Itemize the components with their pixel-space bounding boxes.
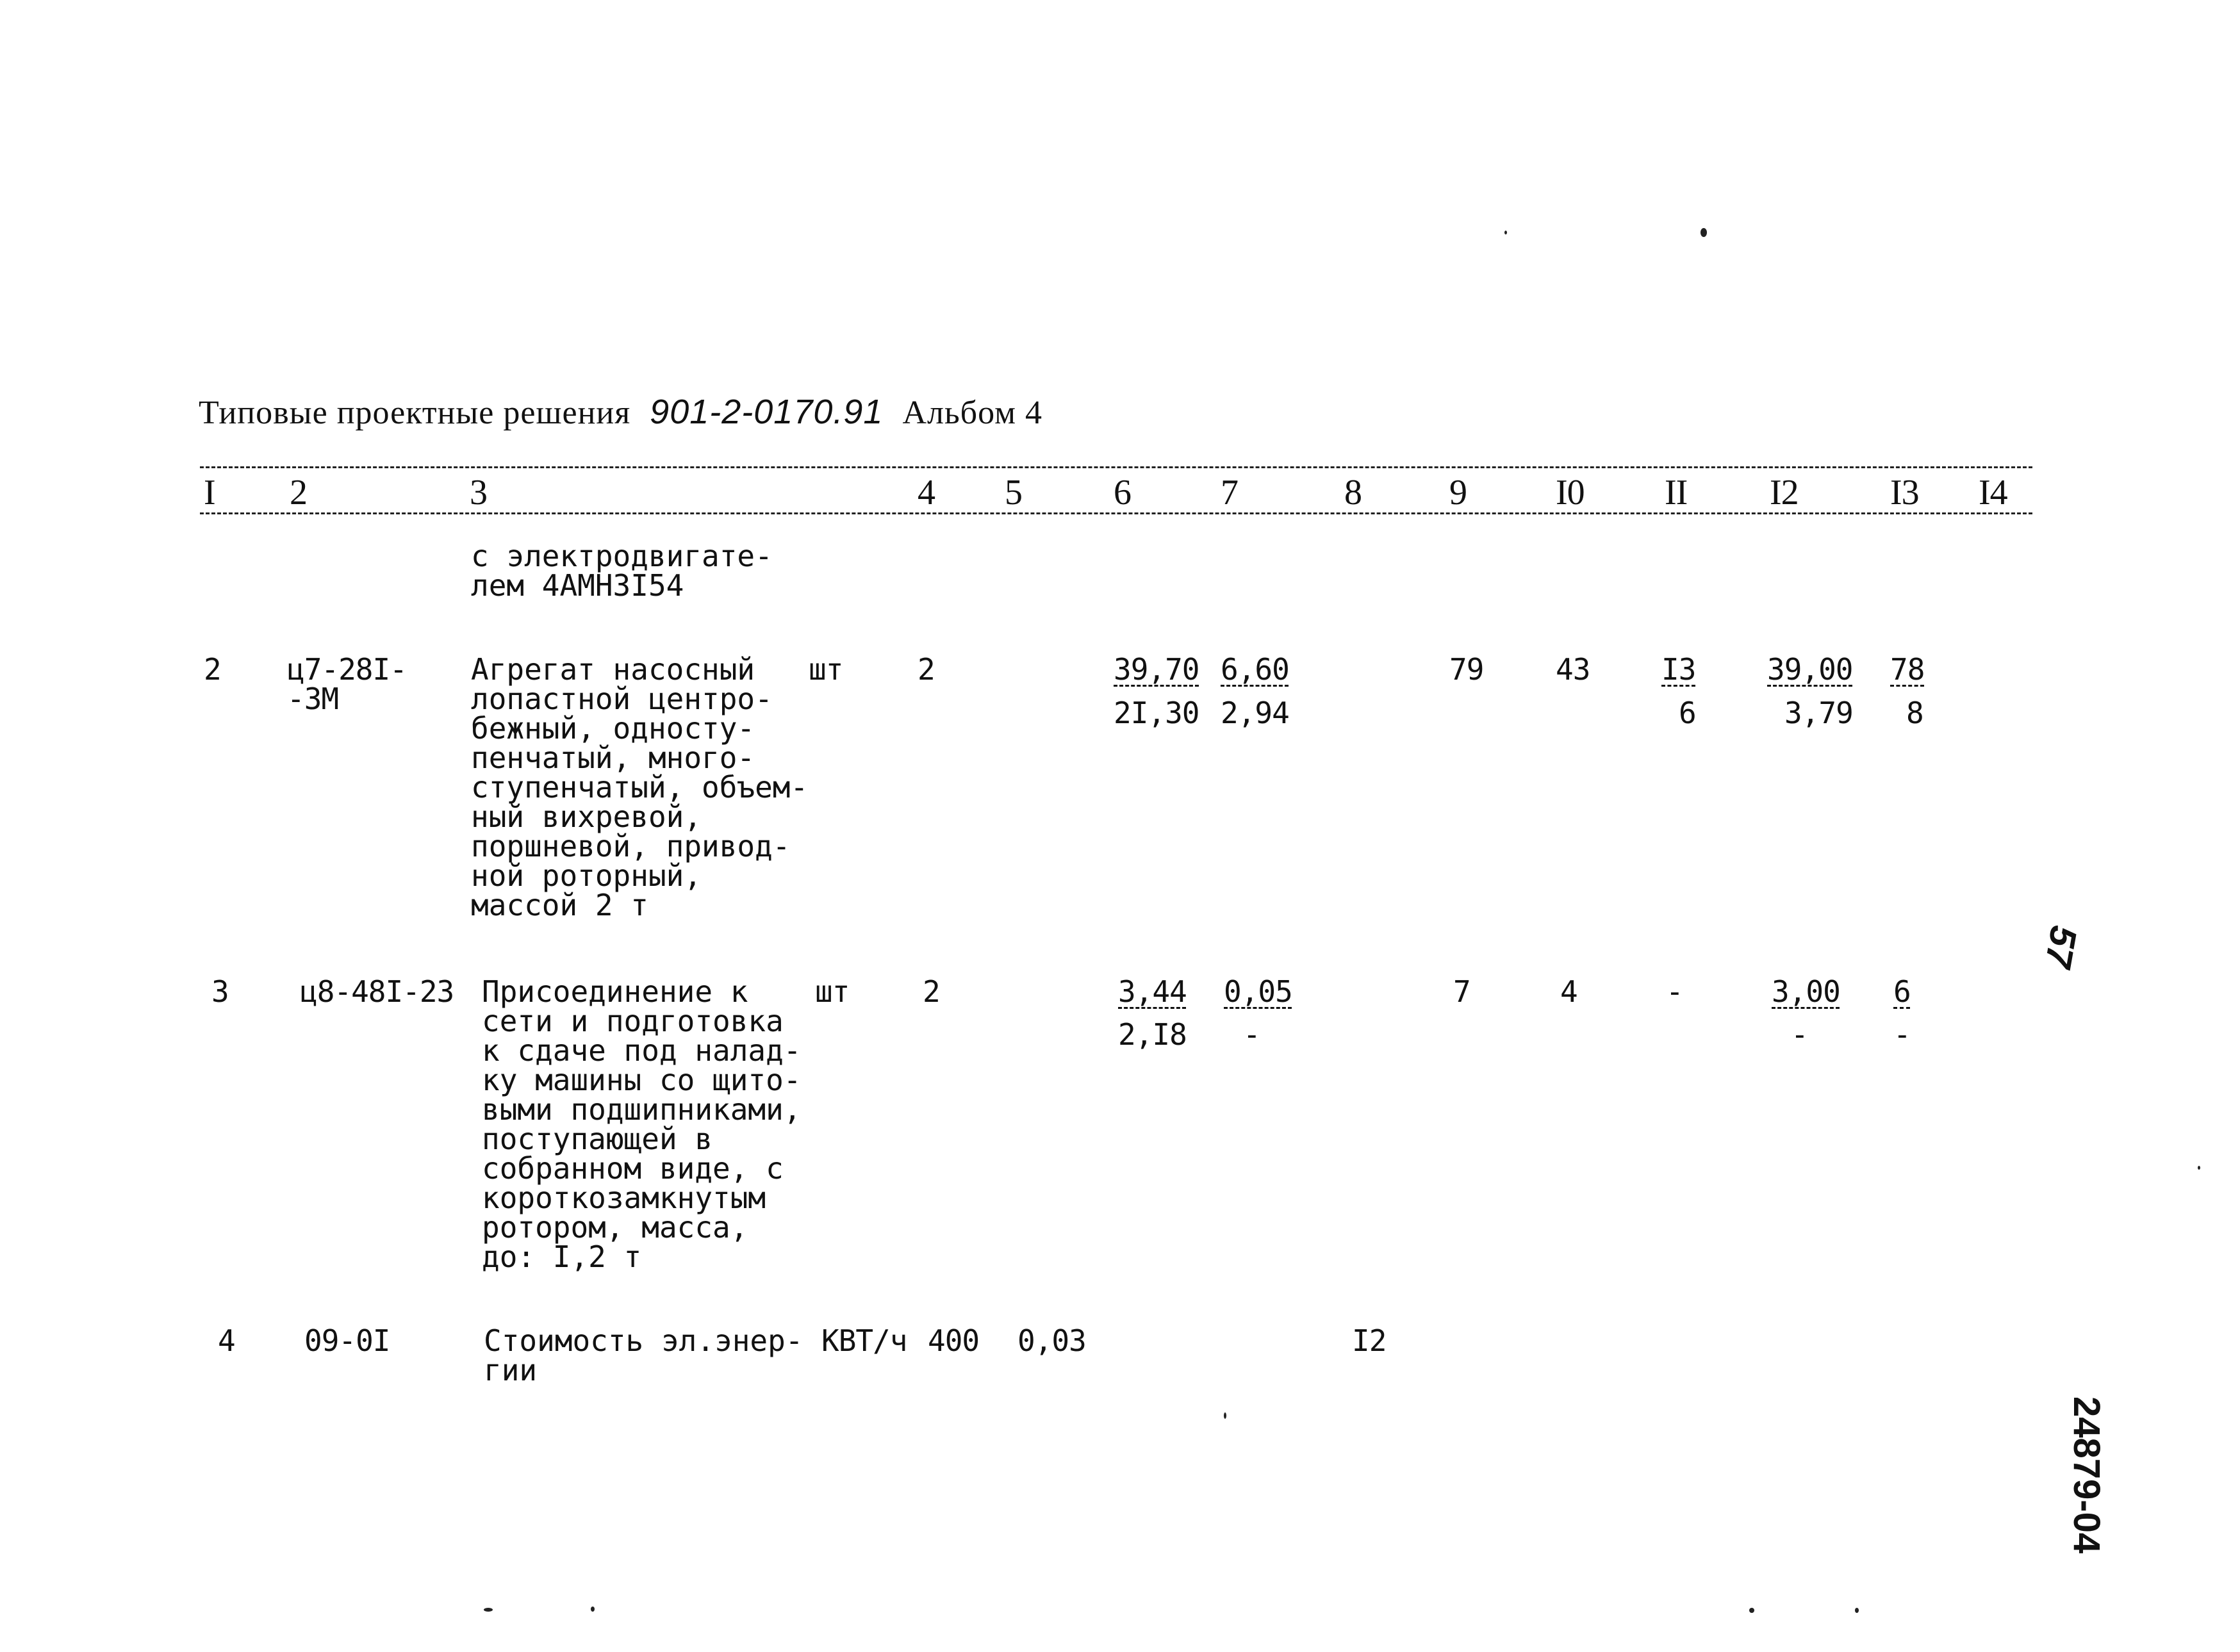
column-header: I	[204, 473, 216, 512]
col13-sub-value: 8	[1906, 696, 1924, 730]
col11-sub-value: 6	[1679, 696, 1697, 730]
col6-sub-value: 2,I8	[1118, 1017, 1187, 1052]
col12-sub-value: -	[1791, 1017, 1809, 1052]
unit: шт	[815, 974, 850, 1009]
quantity: 2	[923, 974, 941, 1009]
archive-stamp-number: 24879-04	[2066, 1396, 2107, 1554]
col13-value: 6	[1893, 974, 1911, 1009]
col11-value: -	[1666, 974, 1684, 1009]
row-number: 3	[211, 974, 229, 1009]
col6-value: 39,70	[1114, 652, 1199, 687]
col7-sub-value: 2,94	[1221, 696, 1290, 730]
col12-sub-value: 3,79	[1784, 696, 1854, 730]
column-header: I2	[1770, 473, 1799, 512]
scan-speck	[2198, 1166, 2200, 1170]
column-header: 4	[918, 473, 935, 512]
work-description: Присоединение к сети и подготовка к сдач…	[482, 974, 802, 1274]
document-title: Типовые проектные решения 901-2-0170.91 Ал…	[199, 392, 1042, 432]
col10-value: 4	[1560, 974, 1578, 1009]
col7-value: 6,60	[1221, 652, 1290, 687]
scan-speck	[1701, 228, 1707, 237]
col10-value: 43	[1556, 652, 1590, 687]
col6-value: 3,44	[1118, 974, 1187, 1009]
column-header: 6	[1114, 473, 1132, 512]
col13-sub-value: -	[1893, 1017, 1911, 1052]
col12-value: 3,00	[1772, 974, 1841, 1009]
project-code: 901-2-0170.91	[650, 393, 884, 431]
col13-value: 78	[1890, 652, 1925, 687]
column-header: 9	[1449, 473, 1467, 512]
col11-value: I3	[1661, 652, 1696, 687]
column-header: I4	[1979, 473, 2008, 512]
scan-speck	[591, 1607, 595, 1612]
rate-code: ц7-28I- -3М	[287, 652, 408, 716]
column-header: 3	[470, 473, 488, 512]
column-header: I3	[1890, 473, 1920, 512]
work-description: Стоимость эл.энер- гии	[484, 1323, 803, 1387]
continuation-description: с электродвигате- лем 4АМН3I54	[471, 539, 773, 603]
column-header: 7	[1221, 473, 1239, 512]
scan-speck	[1504, 231, 1507, 234]
column-header: 5	[1005, 473, 1023, 512]
row-number: 4	[218, 1323, 236, 1358]
col9-value: 7	[1453, 974, 1471, 1009]
col12-value: 39,00	[1767, 652, 1853, 687]
unit: КВТ/ч	[821, 1323, 907, 1358]
col8-value: I2	[1352, 1323, 1387, 1358]
rate-code: 09-0I	[304, 1323, 390, 1358]
title-prefix: Типовые проектные решения	[199, 395, 631, 431]
quantity: 2	[918, 652, 935, 687]
column-header: 2	[290, 473, 308, 512]
scan-speck	[1749, 1608, 1754, 1613]
unit: шт	[809, 652, 843, 687]
col5-value: 0,03	[1017, 1323, 1087, 1358]
scan-speck	[1224, 1412, 1226, 1419]
column-header: 8	[1344, 473, 1362, 512]
header-bottom-rule	[200, 512, 2032, 514]
handwritten-page-number: 57	[2036, 922, 2086, 971]
column-header: II	[1665, 473, 1688, 512]
scan-speck	[1855, 1608, 1859, 1613]
work-description: Агрегат насосный лопастной центро- бежны…	[471, 652, 809, 922]
col9-value: 79	[1449, 652, 1484, 687]
col7-sub-value: -	[1243, 1017, 1261, 1052]
column-header: I0	[1556, 473, 1585, 512]
col7-value: 0,05	[1224, 974, 1293, 1009]
row-number: 2	[204, 652, 222, 687]
rate-code: ц8-48I-23	[300, 974, 454, 1009]
col6-sub-value: 2I,30	[1114, 696, 1199, 730]
quantity: 400	[928, 1323, 980, 1358]
header-top-rule	[200, 466, 2032, 468]
scan-speck	[484, 1608, 493, 1612]
album-label: Альбом 4	[902, 395, 1043, 431]
